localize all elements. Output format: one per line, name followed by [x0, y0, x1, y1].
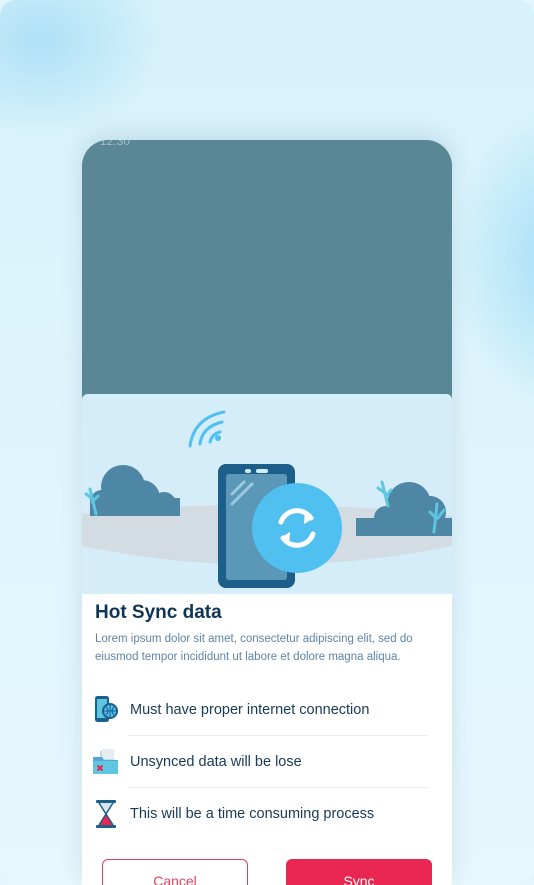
- requirement-text: Must have proper internet connection: [130, 702, 370, 718]
- requirement-text: Unsynced data will be lose: [130, 754, 302, 770]
- list-item: Must have proper internet connection: [92, 684, 428, 736]
- hourglass-icon: [92, 799, 120, 829]
- phone-globe-icon: [92, 695, 120, 725]
- cancel-button[interactable]: Cancel: [102, 859, 248, 885]
- sync-button[interactable]: Sync: [286, 859, 432, 885]
- list-item: This will be a time consuming process: [92, 788, 428, 840]
- sync-bottom-sheet: Hot Sync data Lorem ipsum dolor sit amet…: [82, 394, 452, 885]
- sync-illustration: [82, 394, 452, 594]
- folder-delete-icon: [92, 747, 120, 777]
- requirements-list: Must have proper internet connection Uns…: [92, 684, 428, 840]
- dialog-description: Lorem ipsum dolor sit amet, consectetur …: [95, 633, 413, 663]
- status-time: 12:30: [100, 140, 131, 148]
- list-item: Unsynced data will be lose: [92, 736, 428, 788]
- phone-screen: 12:30 Hot Sync data Lorem ipsum dolor si…: [82, 140, 452, 885]
- dialog-title: Hot Sync data: [95, 602, 222, 623]
- requirement-text: This will be a time consuming process: [130, 806, 375, 822]
